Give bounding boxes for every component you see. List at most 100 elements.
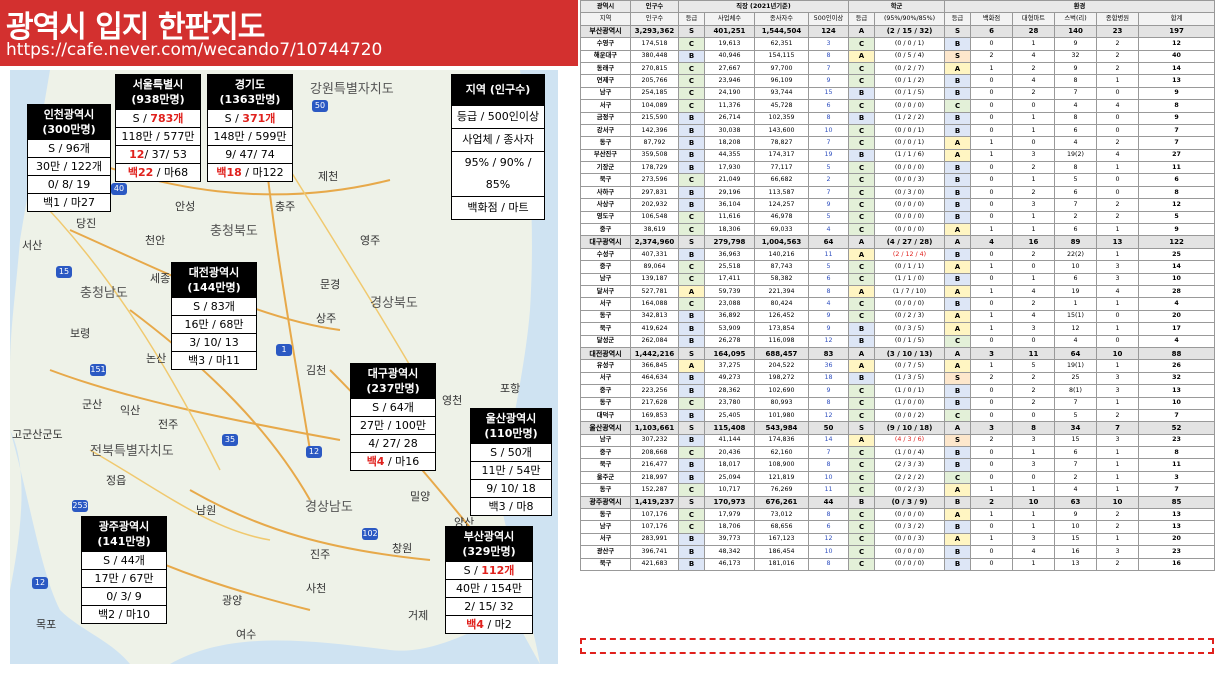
table-cell: 서구 [580, 532, 631, 547]
table-cell: 0 [1096, 173, 1140, 187]
info-box-gyeonggi: 경기도 (1363만명) S / 371개 148만 / 599만 9/ 47/ … [207, 74, 293, 182]
table-cell: 63 [1054, 495, 1098, 510]
region-jeonbuk: 전북특별자치도 [90, 444, 174, 459]
box-grade: S / 44개 [82, 551, 166, 569]
table-cell: 기장군 [580, 161, 631, 175]
table-cell: 108,900 [754, 458, 809, 472]
table-cell: 11,376 [704, 99, 755, 113]
box-school: 3/ 10/ 13 [172, 333, 256, 351]
table-cell: B [944, 37, 972, 51]
source-url[interactable]: https://cafe.never.com/wecando7/10744720 [6, 40, 382, 60]
table-cell: 6 [807, 99, 850, 113]
table-cell: 80,424 [754, 297, 809, 311]
table-cell: 76,269 [754, 483, 809, 497]
table-cell: (4 / 27 / 28) [874, 235, 946, 249]
table-cell: C [848, 446, 876, 460]
table-cell: 0 [970, 86, 1014, 101]
box-pop: (237만명) [366, 382, 420, 395]
table-cell: 남구 [580, 433, 631, 448]
table-cell: 8 [807, 49, 850, 63]
table-cell: 25,518 [704, 260, 755, 274]
table-cell: 32 [1138, 371, 1216, 386]
legend-school: 95% / 90% / 85% [452, 151, 544, 196]
box-name: 인천광역시 [43, 108, 95, 121]
table-row: 유성구 366,845 A 37,275 204,522 36 A (0 / 7 / 5) A 1… [580, 359, 1216, 373]
box-grade: S / 64개 [351, 398, 435, 416]
table-cell: 68,656 [754, 520, 809, 534]
table-cell: 7 [807, 136, 850, 150]
table-cell: 3 [1096, 260, 1140, 274]
table-cell: (0 / 2 / 3) [874, 483, 946, 497]
box-business: 16만 / 68만 [172, 315, 256, 333]
info-box-ulsan: 울산광역시 (110만명) S / 50개 11만 / 54만 9/ 10/ 18… [470, 408, 552, 516]
table-cell: C [848, 185, 876, 200]
table-cell: 124 [807, 24, 850, 39]
table-cell: 3 [1096, 384, 1140, 398]
table-cell: 25 [1054, 371, 1098, 386]
table-cell: 울주군 [580, 470, 631, 485]
table-cell: 11 [1012, 346, 1056, 361]
table-cell: 262,084 [630, 334, 679, 348]
table-cell: (0 / 1 / 5) [874, 334, 946, 348]
box-pop: (938만명) [131, 93, 185, 106]
table-cell: C [848, 123, 876, 138]
table-cell: 2 [1012, 371, 1056, 386]
table-cell: B [678, 557, 705, 571]
table-cell: B [678, 185, 705, 200]
table-cell: 7 [1138, 136, 1216, 150]
table-cell: 4 [1012, 309, 1056, 324]
table-cell: 19,613 [704, 37, 755, 51]
table-cell: 223,256 [630, 384, 679, 398]
table-cell: 1,544,504 [754, 24, 809, 39]
table-row: 수성구 407,331 B 36,963 140,216 11 A (2 / 12 / 4) B… [580, 247, 1216, 262]
table-cell: 12 [1138, 198, 1216, 212]
table-cell: 140,216 [754, 247, 809, 262]
table-row: 금정구 215,590 B 26,714 102,359 8 B (1 / 2 / 2) B 0 1… [580, 111, 1216, 125]
highway-shield: 12 [32, 577, 48, 589]
table-cell: 8 [807, 557, 850, 571]
table-cell: 113,587 [754, 185, 809, 200]
table-cell: 0 [970, 446, 1014, 460]
table-cell: 9 [1138, 86, 1216, 101]
table-cell: 167,123 [754, 532, 809, 547]
table-cell: 0 [970, 470, 1014, 485]
table-cell: (1 / 2 / 2) [874, 111, 946, 125]
table-cell: 139,187 [630, 272, 679, 287]
box-business: 148만 / 599만 [208, 127, 292, 145]
table-cell: 102,359 [754, 111, 809, 125]
table-cell: 9 [1054, 507, 1098, 522]
table-row: 남구 307,232 B 41,144 174,836 14 A (4 / 3 / 6) S 2 3… [580, 433, 1216, 448]
table-cell: 10 [807, 470, 850, 485]
table-cell: 4 [1054, 99, 1098, 113]
table-cell: 401,251 [704, 24, 755, 39]
table-cell: 0 [1096, 111, 1140, 125]
table-cell: 19(1) [1054, 359, 1098, 373]
table-cell: 174,518 [630, 37, 679, 51]
table-cell: 10 [807, 123, 850, 138]
table-cell: 1 [970, 61, 1014, 76]
table-cell: S [944, 371, 972, 386]
table-cell: 0 [1012, 470, 1056, 485]
box-business: 118만 / 577만 [116, 127, 200, 145]
table-cell: 3 [1012, 433, 1056, 448]
table-cell: 13 [1138, 507, 1216, 522]
table-cell: B [678, 49, 705, 63]
table-row: 북구 421,683 B 46,173 181,016 8 C (0 / 0 / 0) B 0 1 1… [580, 557, 1216, 571]
table-cell: 5 [1012, 359, 1056, 373]
table-cell: 49,273 [704, 371, 755, 386]
table-row: 동구 152,287 C 10,717 76,269 11 C (0 / 2 / 3) A 1 1 4… [580, 483, 1216, 497]
subheader-cell: 사업체수 [704, 12, 755, 26]
table-cell: 9 [1138, 111, 1216, 125]
table-cell: 8 [807, 284, 850, 299]
table-cell: 8 [807, 458, 850, 472]
table-cell: (0 / 3 / 9) [874, 495, 946, 510]
info-box-busan: 부산광역시 (329만명) S / 112개 40만 / 154만 2/ 15/ … [445, 526, 533, 634]
box-business: 40만 / 154만 [446, 579, 532, 597]
table-cell: 중구 [580, 260, 631, 274]
page-header: 광역시 입지 한판지도 https://cafe.never.com/wecan… [0, 0, 578, 66]
table-cell: 수성구 [580, 247, 631, 262]
table-cell: B [944, 557, 972, 571]
table-cell: 0 [1012, 99, 1056, 113]
table-cell: 221,394 [754, 284, 809, 299]
table-cell: 15 [807, 86, 850, 101]
